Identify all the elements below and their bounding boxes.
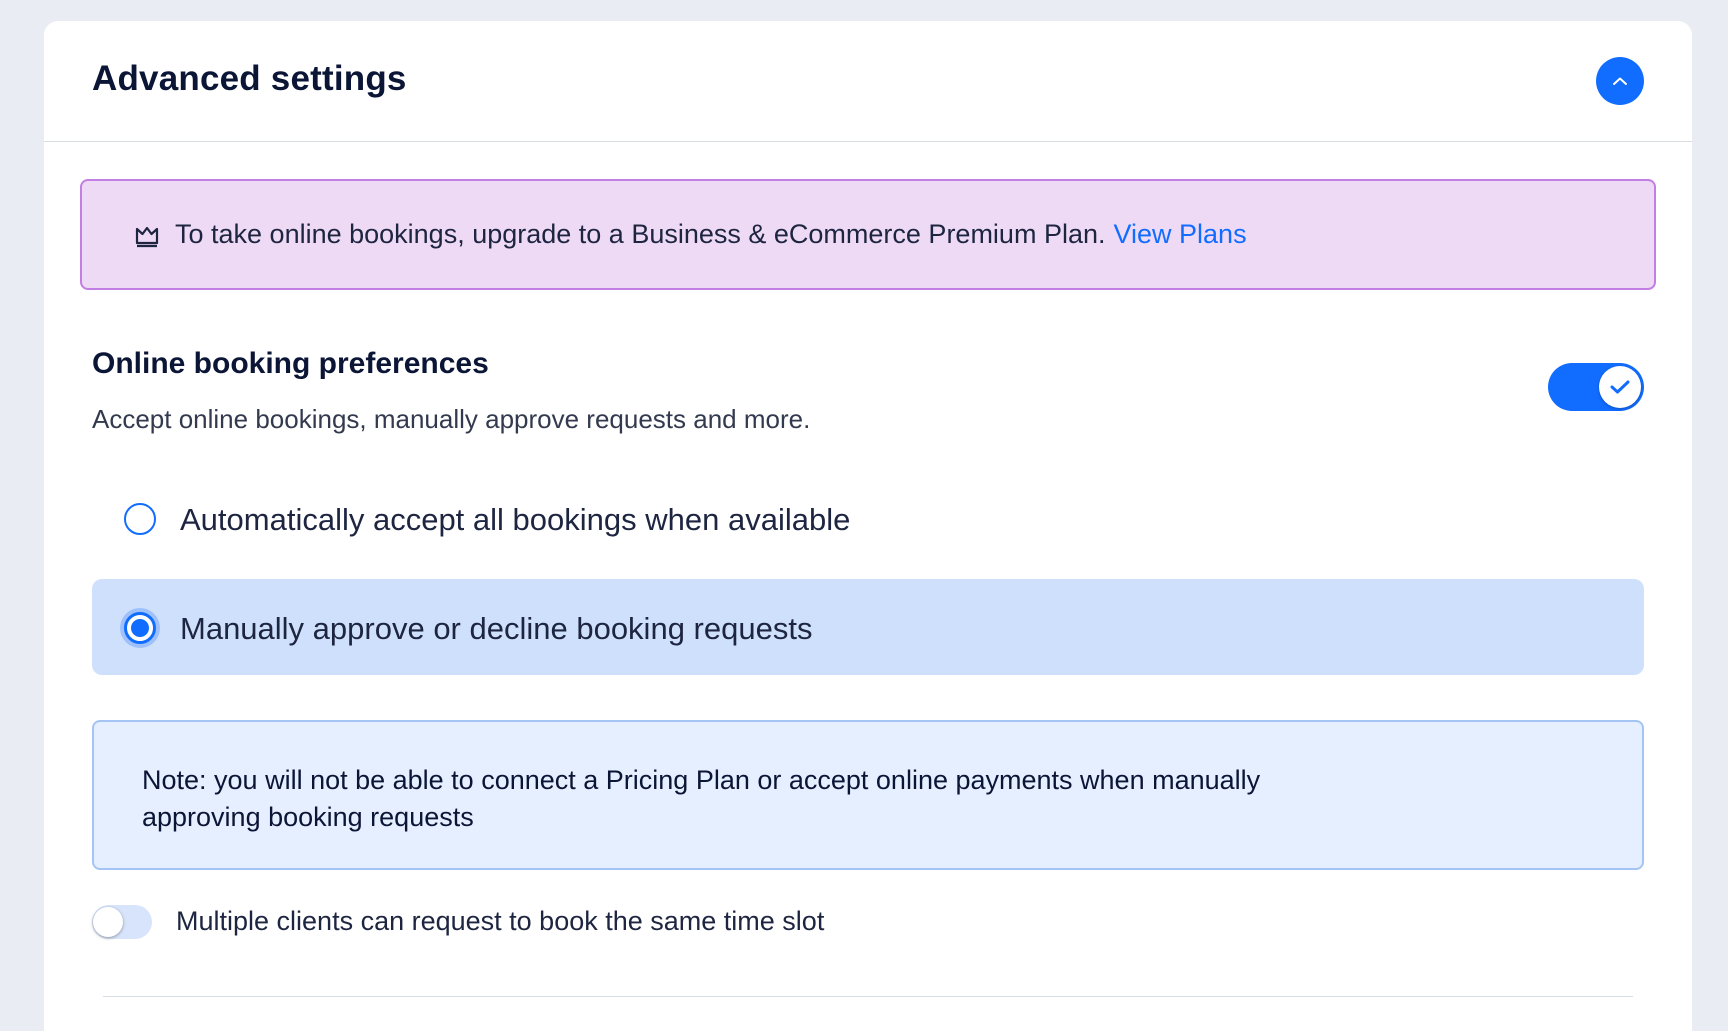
manual-approval-note: Note: you will not be able to connect a …	[92, 720, 1644, 870]
radio-manual-approve[interactable]	[124, 612, 156, 644]
checkmark-icon	[1610, 380, 1630, 394]
advanced-settings-card: Advanced settings To take online booking…	[44, 21, 1692, 1031]
option-auto-accept[interactable]: Automatically accept all bookings when a…	[92, 470, 1644, 566]
booking-preferences-description: Accept online bookings, manually approve…	[92, 404, 811, 434]
radio-auto-accept[interactable]	[124, 503, 156, 535]
option-label: Automatically accept all bookings when a…	[180, 502, 851, 537]
chevron-up-icon	[1613, 77, 1627, 85]
option-manual-approve[interactable]: Manually approve or decline booking requ…	[92, 579, 1644, 675]
crown-icon	[135, 226, 159, 248]
note-text: Note: you will not be able to connect a …	[142, 765, 1261, 832]
collapse-button[interactable]	[1596, 57, 1644, 105]
booking-preferences-toggle[interactable]	[1548, 363, 1644, 411]
toggle-knob	[93, 907, 123, 937]
view-plans-link[interactable]: View Plans	[1114, 219, 1247, 249]
toggle-knob	[1599, 366, 1641, 408]
divider	[103, 996, 1633, 997]
banner-text: To take online bookings, upgrade to a Bu…	[175, 219, 1106, 249]
premium-upgrade-banner: To take online bookings, upgrade to a Bu…	[80, 179, 1656, 290]
radio-dot	[131, 619, 149, 637]
option-label: Manually approve or decline booking requ…	[180, 611, 813, 646]
card-title: Advanced settings	[92, 59, 407, 98]
booking-preferences-title: Online booking preferences	[92, 347, 489, 380]
banner-message: To take online bookings, upgrade to a Bu…	[175, 219, 1247, 250]
card-header: Advanced settings	[44, 21, 1692, 142]
multiple-clients-toggle[interactable]	[92, 905, 152, 939]
multiple-clients-label: Multiple clients can request to book the…	[176, 906, 825, 936]
